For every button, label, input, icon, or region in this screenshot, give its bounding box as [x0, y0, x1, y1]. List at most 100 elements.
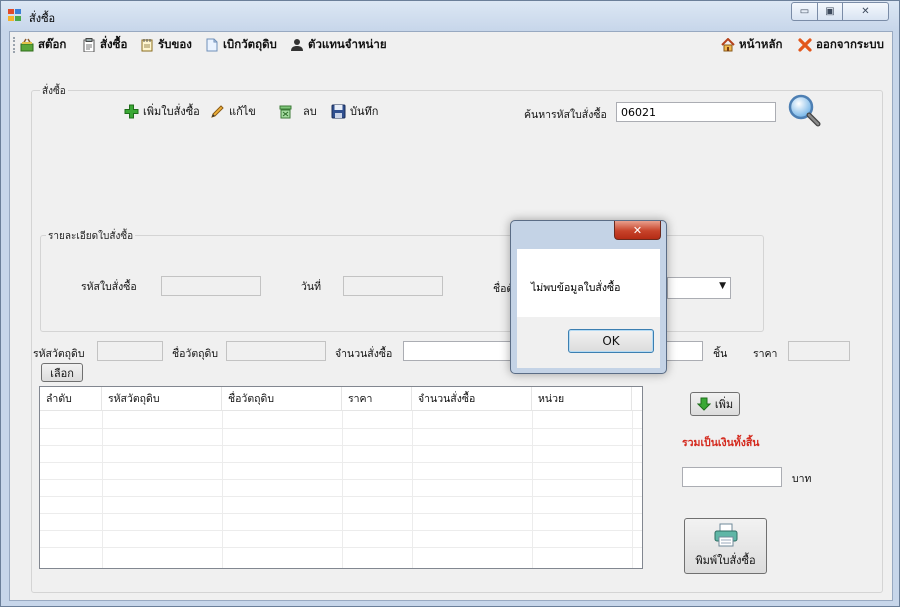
clipboard-icon	[82, 38, 96, 53]
menu-item-receive[interactable]: รับของ	[140, 36, 192, 54]
app-icon	[8, 9, 22, 22]
menu-item-receive-label: รับของ	[158, 37, 192, 51]
dialog-footer: OK	[517, 317, 660, 368]
add-item-label: เพิ่ม	[714, 398, 734, 411]
date-field[interactable]	[343, 276, 443, 296]
menu-item-home-label: หน้าหลัก	[739, 37, 783, 51]
add-item-button[interactable]: เพิ่ม	[690, 392, 740, 416]
print-order-label: พิมพ์ใบสั่งซื้อ	[695, 554, 756, 567]
menu-item-stock[interactable]: สต๊อก	[20, 36, 66, 54]
qty-label: จำนวนสั่งซื้อ	[335, 348, 393, 360]
material-name-field[interactable]	[226, 341, 326, 361]
menu-item-logout[interactable]: ออกจากระบบ	[798, 36, 884, 54]
chevron-down-icon: ▼	[719, 281, 726, 291]
basket-icon	[20, 38, 34, 52]
dialog-body: ไม่พบข้อมูลใบสั่งซื้อ	[517, 249, 660, 317]
choose-button[interactable]: เลือก	[41, 363, 83, 382]
close-x-icon	[798, 38, 812, 52]
maximize-button[interactable]: ▣	[817, 2, 843, 21]
grid-col-price[interactable]: ราคา	[342, 387, 412, 411]
unit-label: ชิ้น	[713, 348, 728, 360]
price-field[interactable]	[788, 341, 850, 361]
grid-divider	[532, 411, 533, 568]
add-order-button[interactable]: เพิ่มใบสั่งซื้อ	[124, 102, 200, 120]
menu-item-withdraw[interactable]: เบิกวัตถุดิบ	[205, 36, 277, 54]
menu-grip	[13, 37, 15, 53]
home-icon	[721, 37, 735, 52]
grid-divider	[222, 411, 223, 568]
dialog-close-button[interactable]: ✕	[614, 221, 661, 240]
menu-item-home[interactable]: หน้าหลัก	[721, 36, 783, 54]
title-bar: สั่งซื้อ ▭ ▣ ✕	[1, 1, 899, 31]
grid-col-qty[interactable]: จำนวนสั่งซื้อ	[412, 387, 532, 411]
search-order-label: ค้นหารหัสใบสั่งซื้อ	[524, 109, 607, 121]
close-window-button[interactable]: ✕	[842, 2, 889, 21]
menu-item-supplier-label: ตัวแทนจำหน่าย	[308, 37, 387, 51]
supplier-select[interactable]: ▼	[667, 277, 731, 299]
dialog-message: ไม่พบข้อมูลใบสั่งซื้อ	[531, 282, 621, 294]
material-id-label: รหัสวัตถุดิบ	[33, 348, 85, 360]
delete-icon	[278, 104, 293, 119]
delete-label: ลบ	[303, 105, 317, 118]
add-order-label: เพิ่มใบสั่งซื้อ	[143, 105, 200, 118]
menu-item-supplier[interactable]: ตัวแทนจำหน่าย	[290, 36, 387, 54]
menu-item-order-label: สั่งซื้อ	[100, 37, 128, 51]
minimize-button[interactable]: ▭	[791, 2, 818, 21]
edit-button[interactable]: แก้ไข	[210, 102, 256, 120]
grid-col-material-name[interactable]: ชื่อวัตถุดิบ	[222, 387, 342, 411]
order-id-field[interactable]	[161, 276, 261, 296]
order-id-label: รหัสใบสั่งซื้อ	[81, 281, 137, 293]
search-icon[interactable]	[786, 92, 822, 128]
detail-group-title: รายละเอียดใบสั่งซื้อ	[46, 229, 136, 244]
document-icon	[205, 38, 219, 52]
grid-row-line	[40, 445, 642, 446]
plus-icon	[124, 104, 139, 119]
menu-item-order[interactable]: สั่งซื้อ	[82, 36, 127, 54]
grid-header: ลำดับ รหัสวัตถุดิบ ชื่อวัตถุดิบ ราคา จำน…	[40, 387, 642, 411]
grid-row-line	[40, 428, 642, 429]
currency-label: บาท	[792, 473, 812, 485]
printer-icon	[713, 523, 739, 547]
arrow-down-icon	[696, 397, 712, 411]
order-items-grid[interactable]: ลำดับ รหัสวัตถุดิบ ชื่อวัตถุดิบ ราคา จำน…	[39, 386, 643, 569]
dialog-ok-button[interactable]: OK	[568, 329, 654, 353]
grid-divider	[412, 411, 413, 568]
total-field[interactable]	[682, 467, 782, 487]
material-name-label: ชื่อวัตถุดิบ	[172, 348, 218, 360]
search-order-input[interactable]	[616, 102, 776, 122]
window-title: สั่งซื้อ	[29, 12, 56, 25]
grid-col-unit[interactable]: หน่วย	[532, 387, 632, 411]
main-window: สั่งซื้อ ▭ ▣ ✕ สต๊อก สั่งซื้อ รับของ เบิ…	[0, 0, 900, 607]
edit-label: แก้ไข	[229, 105, 256, 118]
menu-item-logout-label: ออกจากระบบ	[816, 37, 884, 51]
client-area: สต๊อก สั่งซื้อ รับของ เบิกวัตถุดิบ ตัวแท…	[9, 31, 893, 601]
menu-bar: สต๊อก สั่งซื้อ รับของ เบิกวัตถุดิบ ตัวแท…	[10, 32, 892, 58]
grid-divider	[342, 411, 343, 568]
grid-divider	[102, 411, 103, 568]
menu-item-withdraw-label: เบิกวัตถุดิบ	[223, 37, 277, 51]
message-dialog: ✕ ไม่พบข้อมูลใบสั่งซื้อ OK	[510, 220, 667, 374]
save-button[interactable]: บันทึก	[331, 102, 378, 120]
floppy-icon	[331, 104, 346, 119]
grid-row-line	[40, 513, 642, 514]
delete-button[interactable]: ลบ	[278, 102, 317, 120]
pencil-icon	[210, 104, 225, 119]
material-id-field[interactable]	[97, 341, 163, 361]
grid-divider	[632, 411, 633, 568]
total-label: รวมเป็นเงินทั้งสิ้น	[682, 437, 760, 449]
print-order-button[interactable]: พิมพ์ใบสั่งซื้อ	[684, 518, 767, 574]
person-icon	[290, 38, 304, 52]
save-label: บันทึก	[350, 105, 379, 118]
order-group-title: สั่งซื้อ	[40, 84, 68, 99]
date-label: วันที่	[301, 281, 321, 293]
menu-item-stock-label: สต๊อก	[38, 37, 67, 51]
notepad-icon	[140, 38, 154, 52]
price-label: ราคา	[753, 348, 778, 360]
grid-row-line	[40, 496, 642, 497]
grid-col-seq[interactable]: ลำดับ	[40, 387, 102, 411]
grid-row-line	[40, 479, 642, 480]
grid-row-line	[40, 530, 642, 531]
grid-col-material-id[interactable]: รหัสวัตถุดิบ	[102, 387, 222, 411]
grid-row-line	[40, 547, 642, 548]
grid-row-line	[40, 462, 642, 463]
